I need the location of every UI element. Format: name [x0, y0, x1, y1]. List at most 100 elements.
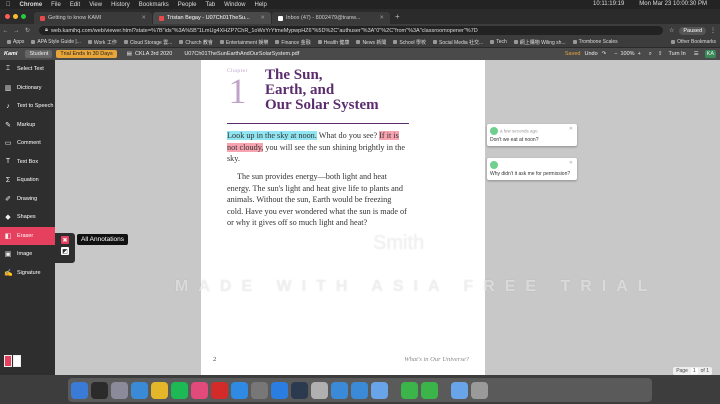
user-avatar[interactable]: KA — [704, 50, 716, 58]
tool-select-text[interactable]: ⌶ Select Text — [0, 60, 55, 79]
menu-app-name[interactable]: Chrome — [20, 2, 43, 8]
tab-tristan-begay[interactable]: Tristan Begay - U07Ch01TheSu... ✕ — [153, 12, 271, 24]
redo-icon[interactable]: ↷ — [602, 51, 607, 57]
zoom-out-icon[interactable]: − — [614, 51, 617, 57]
bookmark-item[interactable]: Tech — [490, 39, 507, 45]
menu-file[interactable]: File — [51, 2, 61, 8]
screenflow2-icon[interactable] — [331, 381, 348, 399]
bookmark-item[interactable]: Cloud Storage 雲... — [123, 39, 172, 46]
menu-help[interactable]: Help — [255, 2, 267, 8]
safari-icon[interactable] — [231, 381, 248, 399]
paragraph-1[interactable]: Look up in the sky at noon. What do you … — [227, 130, 409, 165]
tool-signature[interactable]: ✍ Signature — [0, 264, 55, 283]
tool-dictionary[interactable]: ▥ Dictionary — [0, 79, 55, 98]
zoom-level[interactable]: 100% — [620, 51, 634, 57]
tab-close-icon[interactable]: ✕ — [379, 15, 384, 21]
back-icon[interactable]: ← — [0, 28, 11, 34]
folder-icon[interactable] — [371, 381, 388, 399]
tool-drawing[interactable]: ✐ Drawing — [0, 190, 55, 209]
forward-icon[interactable]: → — [11, 28, 22, 34]
menu-people[interactable]: People — [178, 2, 197, 8]
comment-card[interactable]: ✕ Why didn't it ask me for permission? — [487, 158, 577, 180]
tool-shapes[interactable]: ◆ Shapes — [0, 208, 55, 227]
screenflow3-icon[interactable] — [351, 381, 368, 399]
activity-monitor-icon[interactable] — [91, 381, 108, 399]
tool-comment[interactable]: ▭ Comment — [0, 134, 55, 153]
bookmark-item[interactable]: Apps — [7, 39, 24, 45]
apple-icon[interactable]:  — [6, 2, 11, 8]
share-icon[interactable]: ⇪ — [658, 51, 663, 57]
bookmark-item[interactable]: APA Style Guide |... — [31, 39, 81, 45]
chrome-icon[interactable] — [151, 381, 168, 399]
finder-icon[interactable] — [71, 381, 88, 399]
notes-icon[interactable]: ☰ — [694, 51, 699, 57]
settings-icon[interactable] — [251, 381, 268, 399]
bookmark-item[interactable]: Finance 金融 — [275, 39, 311, 46]
menu-view[interactable]: View — [89, 2, 102, 8]
profile-paused-button[interactable]: Paused — [679, 26, 706, 35]
itunes-icon[interactable] — [191, 381, 208, 399]
new-tab-icon[interactable]: + — [395, 12, 400, 21]
comment-close-icon[interactable]: ✕ — [569, 160, 573, 166]
acrobat-icon[interactable] — [211, 381, 228, 399]
turn-in-button[interactable]: Turn In — [668, 51, 685, 57]
menu-clock[interactable]: Mon Mar 23 10:00:30 PM — [639, 1, 707, 7]
address-bar[interactable]: 🔒︎ web.kamihq.com/web/viewer.html?state=… — [39, 26, 663, 35]
line2-icon[interactable] — [421, 381, 438, 399]
tool-eraser[interactable]: ◧ Eraser — [0, 226, 55, 245]
comment-card[interactable]: ✕ a few seconds ago Don't we eat at noon… — [487, 124, 577, 146]
paragraph-2[interactable]: The sun provides energy—both light and h… — [227, 171, 409, 229]
search-icon[interactable]: ⌕ — [649, 51, 652, 58]
bookmark-item[interactable]: Church 教會 — [179, 39, 213, 46]
tool-text-box[interactable]: T Text Box — [0, 153, 55, 172]
tool-text-to-speech[interactable]: ♪ Text to Speech — [0, 97, 55, 116]
document-canvas[interactable]: Chapter 1 The Sun, Earth, and Our Solar … — [55, 60, 720, 375]
tab-close-icon[interactable]: ✕ — [260, 15, 265, 21]
tab-getting-to-know-kami[interactable]: Getting to know KAMI ✕ — [34, 12, 152, 24]
highlight-cyan[interactable]: Look up in the sky at noon. — [227, 131, 317, 140]
bookmark-item[interactable]: Trombone Scales — [572, 39, 618, 45]
reload-icon[interactable]: ↻ — [22, 27, 33, 34]
menu-window[interactable]: Window — [224, 2, 245, 8]
sidebar-toggle-icon[interactable] — [4, 355, 12, 367]
lightroom-icon[interactable] — [291, 381, 308, 399]
bookmark-item[interactable]: Social Media 社交... — [433, 39, 483, 46]
star-icon[interactable]: ☆ — [669, 27, 674, 34]
tool-image[interactable]: ▣ Image — [0, 245, 55, 264]
bookmark-item[interactable]: Health 健康 — [317, 39, 349, 46]
bookmark-item[interactable]: News 新聞 — [356, 39, 386, 46]
comment-close-icon[interactable]: ✕ — [569, 126, 573, 132]
bookmark-item[interactable]: Entertainment 娛樂 — [219, 39, 268, 46]
trial-badge[interactable]: Trial Ends In 30 Days — [56, 50, 117, 58]
tab-inbox[interactable]: Inbox (47) - 8002479@tranw... ✕ — [272, 12, 390, 24]
menu-history[interactable]: History — [111, 2, 130, 8]
undo-button[interactable]: Undo — [585, 51, 598, 57]
page-view-icon[interactable] — [13, 355, 21, 367]
folder2-icon[interactable] — [451, 381, 468, 399]
zoom-in-icon[interactable]: + — [638, 51, 641, 57]
bookmark-item[interactable]: School 學校 — [393, 39, 426, 46]
line-icon[interactable] — [401, 381, 418, 399]
screenflow-icon[interactable] — [131, 381, 148, 399]
menu-edit[interactable]: Edit — [70, 2, 80, 8]
app-store-icon[interactable] — [271, 381, 288, 399]
menu-dots-icon[interactable]: ⋮ — [710, 27, 716, 34]
tab-close-icon[interactable]: ✕ — [141, 15, 146, 21]
single-eraser-icon[interactable]: ◩ — [61, 247, 69, 255]
spotify-icon[interactable] — [171, 381, 188, 399]
pdf-page[interactable]: Chapter 1 The Sun, Earth, and Our Solar … — [201, 60, 485, 375]
minimize-window-button[interactable] — [13, 14, 18, 19]
menu-bookmarks[interactable]: Bookmarks — [139, 2, 169, 8]
close-window-button[interactable] — [5, 14, 10, 19]
other-bookmarks[interactable]: Other Bookmarks — [671, 39, 716, 45]
menu-tab[interactable]: Tab — [205, 2, 215, 8]
page-input[interactable]: 1 — [690, 368, 698, 374]
bookmark-item[interactable]: 網上購物 Wiling sh... — [513, 39, 566, 46]
launchpad-icon[interactable] — [111, 381, 128, 399]
trash-icon[interactable] — [471, 381, 488, 399]
preview-icon[interactable] — [311, 381, 328, 399]
bookmark-item[interactable]: Work 工作 — [87, 39, 117, 46]
tool-markup[interactable]: ✎ Markup — [0, 116, 55, 135]
tool-equation[interactable]: Σ Equation — [0, 171, 55, 190]
all-annotations-eraser-icon[interactable]: ✖ — [61, 236, 69, 244]
